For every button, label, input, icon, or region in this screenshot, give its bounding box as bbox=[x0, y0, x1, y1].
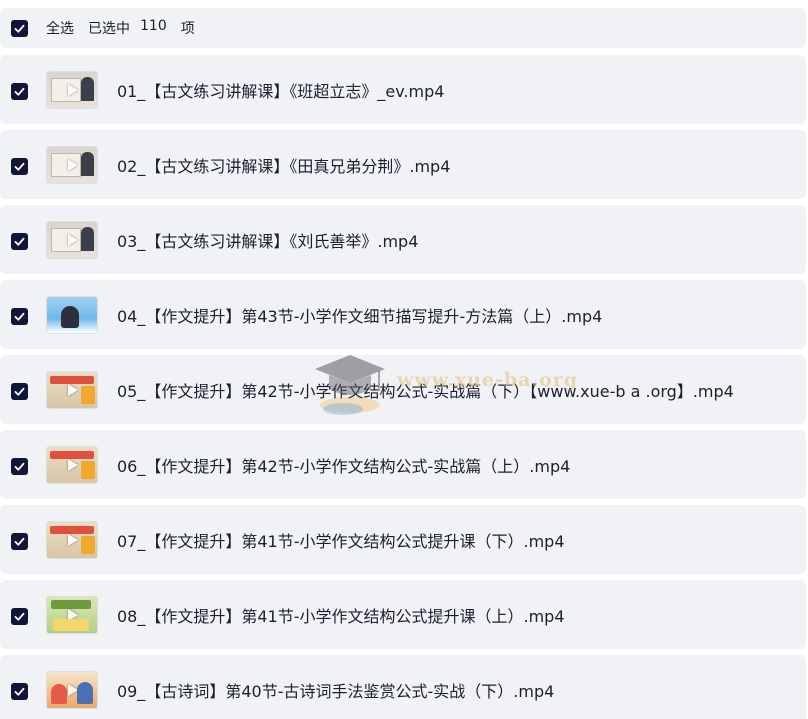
file-row[interactable]: 03_【古文练习讲解课】《刘氏善举》.mp4 bbox=[0, 205, 806, 274]
file-selection-panel: 全选 已选中 110 项 01_【古文练习讲解课】《班超立志》_ev.mp4 0… bbox=[0, 0, 808, 719]
video-thumbnail[interactable] bbox=[47, 446, 97, 483]
video-thumbnail[interactable] bbox=[47, 146, 97, 183]
play-icon bbox=[68, 458, 78, 471]
file-row[interactable]: 01_【古文练习讲解课】《班超立志》_ev.mp4 bbox=[0, 55, 806, 124]
file-row[interactable]: 02_【古文练习讲解课】《田真兄弟分荆》.mp4 bbox=[0, 130, 806, 199]
play-icon bbox=[68, 383, 78, 396]
checkmark-icon bbox=[14, 387, 25, 396]
row-checkbox[interactable] bbox=[11, 608, 28, 625]
selection-summary: 全选 已选中 110 项 bbox=[46, 18, 195, 38]
row-checkbox[interactable] bbox=[11, 533, 28, 550]
row-checkbox[interactable] bbox=[11, 233, 28, 250]
video-thumbnail[interactable] bbox=[47, 671, 97, 708]
file-name[interactable]: 02_【古文练习讲解课】《田真兄弟分荆》.mp4 bbox=[117, 153, 450, 177]
select-all-checkbox[interactable] bbox=[11, 19, 28, 37]
unit-label: 项 bbox=[180, 21, 195, 37]
play-icon bbox=[68, 83, 78, 96]
select-all-label[interactable]: 全选 bbox=[46, 18, 74, 38]
checkmark-icon bbox=[14, 237, 25, 246]
video-thumbnail[interactable] bbox=[47, 521, 97, 558]
video-thumbnail[interactable] bbox=[47, 71, 97, 108]
play-icon bbox=[68, 308, 78, 321]
file-row[interactable]: 07_【作文提升】第41节-小学作文结构公式提升课（下）.mp4 bbox=[0, 505, 806, 574]
row-checkbox[interactable] bbox=[11, 383, 28, 400]
play-icon bbox=[68, 233, 78, 246]
video-thumbnail[interactable] bbox=[47, 371, 97, 408]
checkmark-icon bbox=[14, 612, 25, 621]
file-row[interactable]: 09_【古诗词】第40节-古诗词手法鉴赏公式-实战（下）.mp4 bbox=[0, 655, 806, 719]
checkmark-icon bbox=[14, 537, 25, 546]
row-checkbox[interactable] bbox=[11, 308, 28, 325]
play-icon bbox=[68, 608, 78, 621]
select-all-bar: 全选 已选中 110 项 bbox=[0, 8, 806, 48]
file-name[interactable]: 05_【作文提升】第42节-小学作文结构公式-实战篇（下）【www.xue-b … bbox=[117, 378, 734, 402]
selected-count: 110 bbox=[140, 18, 167, 34]
row-checkbox[interactable] bbox=[11, 158, 28, 175]
play-icon bbox=[68, 533, 78, 546]
play-icon bbox=[68, 158, 78, 171]
video-thumbnail[interactable] bbox=[47, 221, 97, 258]
checkmark-icon bbox=[14, 312, 25, 321]
file-name[interactable]: 04_【作文提升】第43节-小学作文细节描写提升-方法篇（上）.mp4 bbox=[117, 303, 602, 327]
file-list: 01_【古文练习讲解课】《班超立志》_ev.mp4 02_【古文练习讲解课】《田… bbox=[0, 55, 806, 719]
row-checkbox[interactable] bbox=[11, 458, 28, 475]
checkmark-icon bbox=[14, 687, 25, 696]
video-thumbnail[interactable] bbox=[47, 596, 97, 633]
file-row[interactable]: 05_【作文提升】第42节-小学作文结构公式-实战篇（下）【www.xue-b … bbox=[0, 355, 806, 424]
play-icon bbox=[68, 683, 78, 696]
file-name[interactable]: 01_【古文练习讲解课】《班超立志》_ev.mp4 bbox=[117, 78, 444, 102]
file-name[interactable]: 03_【古文练习讲解课】《刘氏善举》.mp4 bbox=[117, 228, 418, 252]
file-name[interactable]: 09_【古诗词】第40节-古诗词手法鉴赏公式-实战（下）.mp4 bbox=[117, 678, 554, 702]
video-thumbnail[interactable] bbox=[47, 296, 97, 333]
checkmark-icon bbox=[14, 462, 25, 471]
row-checkbox[interactable] bbox=[11, 683, 28, 700]
file-name[interactable]: 06_【作文提升】第42节-小学作文结构公式-实战篇（上）.mp4 bbox=[117, 453, 570, 477]
selected-label: 已选中 bbox=[88, 21, 130, 37]
file-row[interactable]: 04_【作文提升】第43节-小学作文细节描写提升-方法篇（上）.mp4 bbox=[0, 280, 806, 349]
row-checkbox[interactable] bbox=[11, 83, 28, 100]
file-row[interactable]: 08_【作文提升】第41节-小学作文结构公式提升课（上）.mp4 bbox=[0, 580, 806, 649]
file-name[interactable]: 07_【作文提升】第41节-小学作文结构公式提升课（下）.mp4 bbox=[117, 528, 565, 552]
checkmark-icon bbox=[14, 87, 25, 96]
file-row[interactable]: 06_【作文提升】第42节-小学作文结构公式-实战篇（上）.mp4 bbox=[0, 430, 806, 499]
file-name[interactable]: 08_【作文提升】第41节-小学作文结构公式提升课（上）.mp4 bbox=[117, 603, 565, 627]
checkmark-icon bbox=[14, 24, 25, 33]
checkmark-icon bbox=[14, 162, 25, 171]
